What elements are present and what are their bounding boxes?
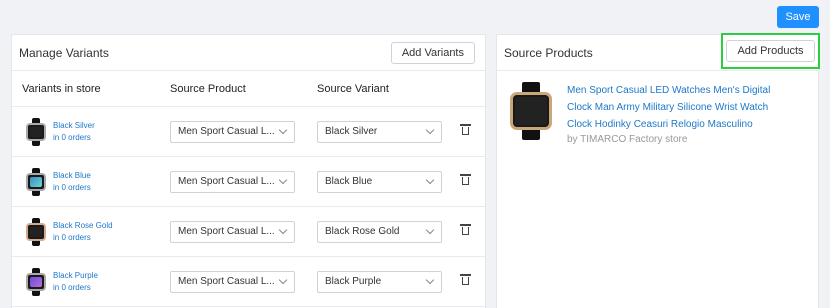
variant-cell: Black Purple in 0 orders [12, 267, 170, 296]
source-product-select[interactable]: Men Sport Casual L... [170, 270, 295, 293]
chevron-down-icon [425, 175, 435, 184]
source-product-value: Men Sport Casual L... [178, 226, 275, 237]
trash-icon[interactable] [460, 274, 471, 285]
product-image [507, 82, 555, 140]
variant-orders-link[interactable]: in 0 orders [53, 182, 91, 194]
product-store: by TIMARCO Factory store [567, 134, 688, 145]
chevron-down-icon [278, 125, 288, 134]
source-product-item: Men Sport Casual LED Watches Men's Digit… [497, 71, 818, 156]
watch-thumbnail [24, 117, 48, 146]
product-title-link[interactable]: Men Sport Casual LED Watches Men's Digit… [567, 82, 787, 133]
col-source-variant: Source Variant [317, 82, 389, 95]
manage-variants-panel: Manage Variants Add Variants Variants in… [11, 34, 486, 308]
manage-variants-title: Manage Variants [19, 45, 109, 60]
source-products-title: Source Products [504, 45, 593, 60]
chevron-down-icon [278, 275, 288, 284]
source-variant-select[interactable]: Black Rose Gold [317, 220, 442, 243]
add-products-button[interactable]: Add Products [726, 40, 815, 62]
watch-thumbnail [24, 167, 48, 196]
variant-name-link[interactable]: Black Purple [53, 270, 98, 282]
source-product-value: Men Sport Casual L... [178, 126, 275, 137]
source-variant-select[interactable]: Black Blue [317, 170, 442, 193]
table-row: Black Purple in 0 orders Men Sport Casua… [12, 257, 485, 307]
table-row: Black Silver in 0 orders Men Sport Casua… [12, 107, 485, 157]
source-product-select[interactable]: Men Sport Casual L... [170, 220, 295, 243]
watch-thumbnail [24, 217, 48, 246]
chevron-down-icon [425, 225, 435, 234]
variant-name-link[interactable]: Black Blue [53, 170, 91, 182]
save-button[interactable]: Save [777, 6, 819, 28]
variant-cell: Black Silver in 0 orders [12, 117, 170, 146]
variant-cell: Black Blue in 0 orders [12, 167, 170, 196]
variant-name-link[interactable]: Black Rose Gold [53, 220, 113, 232]
table-row: Black Rose Gold in 0 orders Men Sport Ca… [12, 207, 485, 257]
source-product-select[interactable]: Men Sport Casual L... [170, 170, 295, 193]
variant-orders-link[interactable]: in 0 orders [53, 132, 95, 144]
variant-orders-link[interactable]: in 0 orders [53, 282, 98, 294]
table-row: Black Blue in 0 orders Men Sport Casual … [12, 157, 485, 207]
source-product-value: Men Sport Casual L... [178, 276, 275, 287]
add-products-highlight: Add Products [721, 33, 820, 69]
trash-icon[interactable] [460, 124, 471, 135]
source-variant-value: Black Silver [325, 126, 378, 137]
source-variant-select[interactable]: Black Purple [317, 270, 442, 293]
chevron-down-icon [425, 275, 435, 284]
chevron-down-icon [425, 125, 435, 134]
source-products-panel: Source Products Men Sport Casual LED Wat… [496, 34, 819, 308]
variant-orders-link[interactable]: in 0 orders [53, 232, 113, 244]
chevron-down-icon [278, 175, 288, 184]
chevron-down-icon [278, 225, 288, 234]
source-variant-select[interactable]: Black Silver [317, 120, 442, 143]
watch-thumbnail [24, 267, 48, 296]
variant-name-link[interactable]: Black Silver [53, 120, 95, 132]
manage-variants-header: Manage Variants Add Variants [12, 35, 485, 71]
trash-icon[interactable] [460, 224, 471, 235]
source-variant-value: Black Blue [325, 176, 373, 187]
col-variants-in-store: Variants in store [22, 82, 101, 95]
source-variant-value: Black Rose Gold [325, 226, 400, 237]
trash-icon[interactable] [460, 174, 471, 185]
source-variant-value: Black Purple [325, 276, 382, 287]
variant-cell: Black Rose Gold in 0 orders [12, 217, 170, 246]
add-variants-button[interactable]: Add Variants [390, 41, 475, 64]
col-source-product: Source Product [170, 82, 246, 95]
source-product-value: Men Sport Casual L... [178, 176, 275, 187]
source-product-select[interactable]: Men Sport Casual L... [170, 120, 295, 143]
variants-table-header: Variants in store Source Product Source … [12, 71, 485, 107]
